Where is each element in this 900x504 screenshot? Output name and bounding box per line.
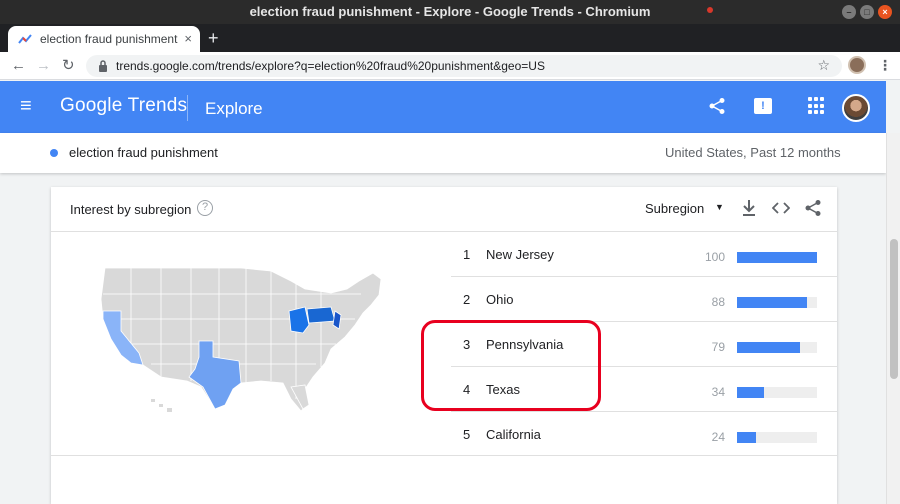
us-map-base <box>100 267 382 412</box>
interest-bar-fill <box>737 297 808 308</box>
interest-bar-fill <box>737 252 817 263</box>
region-name[interactable]: Ohio <box>486 292 513 307</box>
bookmark-star-icon[interactable]: ☆ <box>817 57 830 74</box>
share-icon[interactable] <box>708 97 726 115</box>
page-title: Explore <box>205 99 263 118</box>
region-name[interactable]: New Jersey <box>486 247 554 262</box>
map-islands <box>151 399 172 412</box>
ranking-row[interactable]: 5 California 24 <box>451 412 837 457</box>
interest-bar <box>737 432 817 443</box>
tab-title: election fraud punishment <box>40 32 178 46</box>
rank-number: 2 <box>463 292 471 307</box>
google-trends-logo[interactable]: Google Trends <box>60 95 187 117</box>
hamburger-menu-icon[interactable]: ≡ <box>20 96 32 116</box>
map-pennsylvania[interactable] <box>306 306 336 324</box>
interest-value: 88 <box>711 295 725 309</box>
lock-icon[interactable] <box>96 60 110 72</box>
interest-bar <box>737 387 817 398</box>
rank-number: 1 <box>463 247 471 262</box>
window-title: election fraud punishment - Explore - Go… <box>249 4 651 19</box>
browser-tab[interactable]: election fraud punishment × <box>8 26 200 52</box>
resolution-select[interactable]: Subregion <box>645 201 704 216</box>
interest-value: 24 <box>711 430 725 444</box>
minimize-button[interactable]: – <box>842 5 856 19</box>
address-bar[interactable]: trends.google.com/trends/explore?q=elect… <box>86 55 842 77</box>
feedback-icon[interactable]: ! <box>754 98 772 114</box>
page-scrollbar[interactable] <box>886 133 900 504</box>
browser-toolbar: ← → ↻ trends.google.com/trends/explore?q… <box>0 52 900 80</box>
annotation-highlight-box <box>421 320 601 411</box>
scrollbar-thumb[interactable] <box>890 239 898 379</box>
interest-value: 79 <box>711 340 725 354</box>
recording-dot <box>707 7 713 13</box>
interest-value: 34 <box>711 385 725 399</box>
embed-code-icon[interactable] <box>772 199 790 217</box>
region-name[interactable]: California <box>486 427 541 442</box>
tab-close-icon[interactable]: × <box>184 31 192 46</box>
interest-bar <box>737 342 817 353</box>
search-term[interactable]: election fraud punishment <box>69 145 218 160</box>
interest-value: 100 <box>704 250 725 264</box>
card-footer-divider <box>51 455 837 456</box>
trends-header: ≡ Google Trends Explore ! <box>0 81 886 133</box>
profile-avatar[interactable] <box>848 56 866 74</box>
account-avatar[interactable] <box>842 94 870 122</box>
reload-button[interactable]: ↻ <box>62 56 75 76</box>
card-title: Interest by subregion <box>70 202 192 217</box>
dropdown-arrow-icon[interactable]: ▼ <box>715 202 724 212</box>
interest-bar-fill <box>737 432 757 443</box>
rank-number: 5 <box>463 427 471 442</box>
term-color-dot <box>50 149 58 157</box>
header-divider <box>187 95 188 121</box>
interest-bar-fill <box>737 387 765 398</box>
url-text[interactable]: trends.google.com/trends/explore?q=elect… <box>116 59 545 73</box>
window-controls: – □ × <box>842 5 892 19</box>
window-titlebar: election fraud punishment - Explore - Go… <box>0 0 900 24</box>
us-subregion-map[interactable] <box>91 259 391 419</box>
region-time-scope[interactable]: United States, Past 12 months <box>665 145 841 160</box>
trends-favicon-icon <box>18 34 32 44</box>
forward-button[interactable]: → <box>36 56 51 76</box>
card-share-icon[interactable] <box>804 199 822 217</box>
map-ohio[interactable] <box>288 306 310 334</box>
new-tab-button[interactable]: + <box>208 28 219 48</box>
interest-bar <box>737 297 817 308</box>
download-icon[interactable] <box>741 199 757 217</box>
interest-bar-fill <box>737 342 801 353</box>
back-button[interactable]: ← <box>11 56 26 76</box>
close-window-button[interactable]: × <box>878 5 892 19</box>
tab-strip: election fraud punishment × + <box>0 24 900 52</box>
ranking-row[interactable]: 1 New Jersey 100 <box>451 232 837 277</box>
browser-menu-icon[interactable]: ⋮ <box>878 57 892 73</box>
card-header: Interest by subregion ? Subregion ▼ <box>51 187 837 232</box>
apps-grid-icon[interactable] <box>808 97 826 115</box>
maximize-button[interactable]: □ <box>860 5 874 19</box>
help-icon[interactable]: ? <box>197 200 213 216</box>
interest-bar <box>737 252 817 263</box>
ranking-row[interactable]: 2 Ohio 88 <box>451 277 837 322</box>
search-term-bar: election fraud punishment United States,… <box>0 133 886 173</box>
